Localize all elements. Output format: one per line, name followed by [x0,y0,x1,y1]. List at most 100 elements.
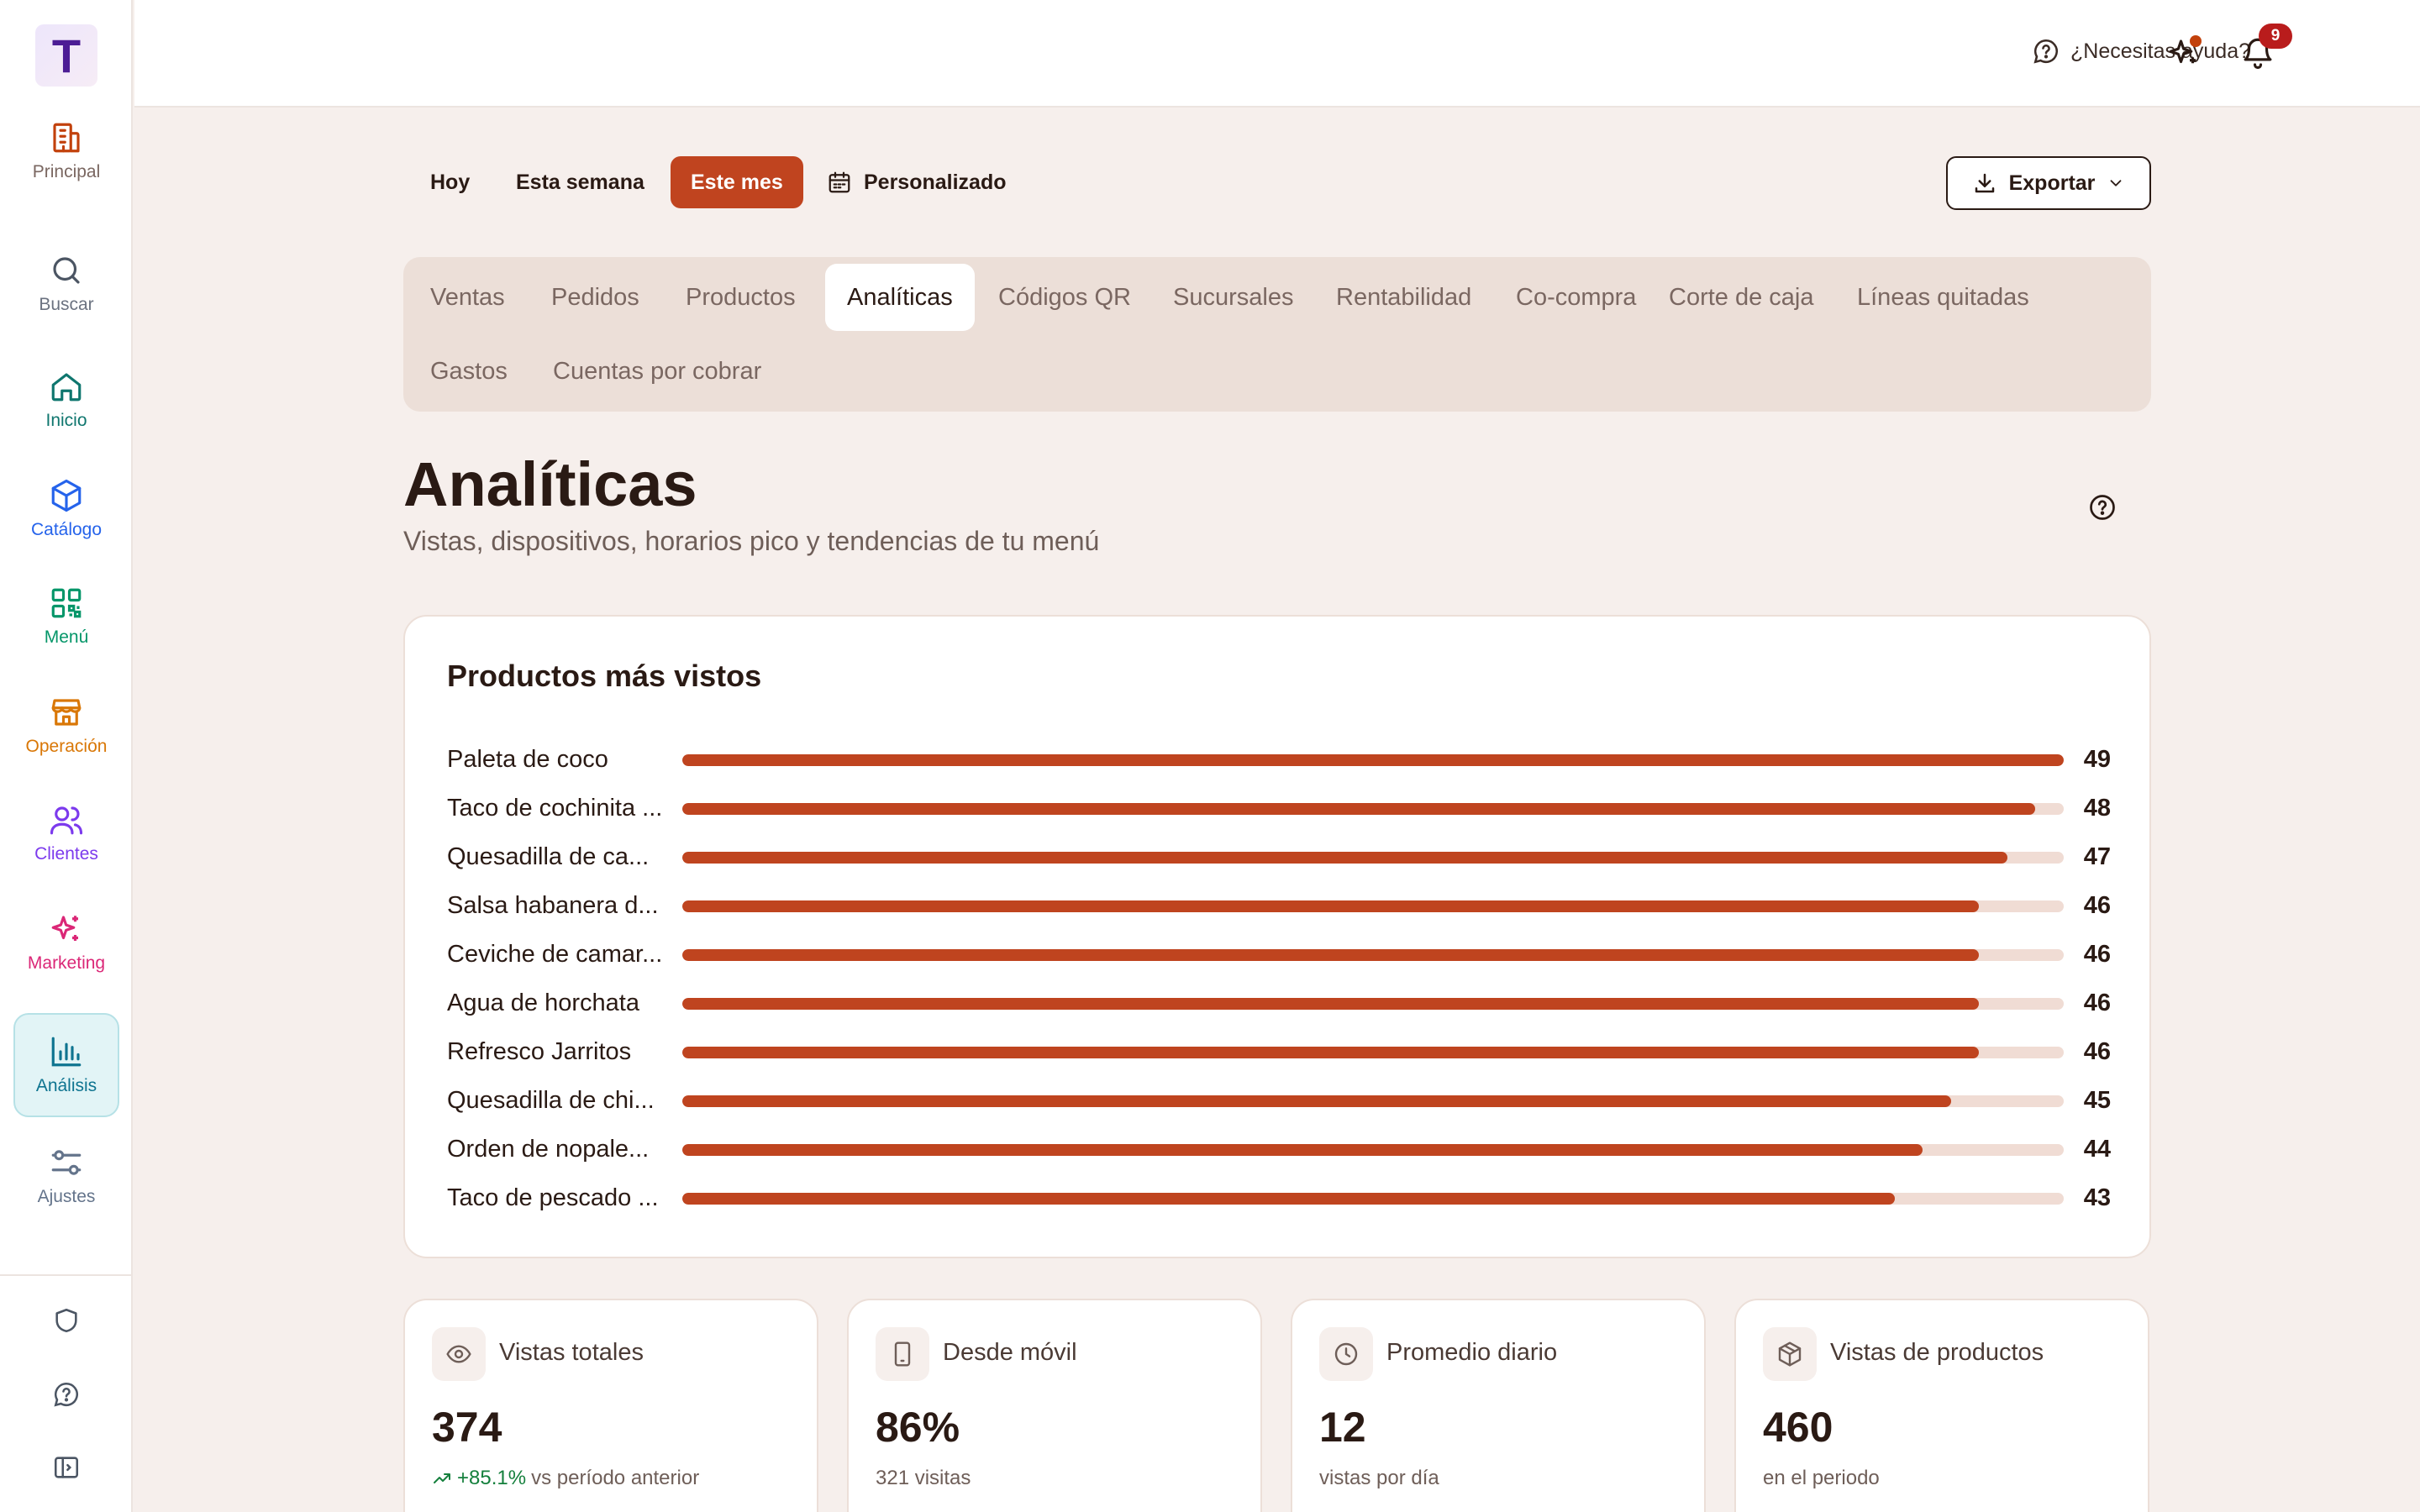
tab-codigos-qr[interactable]: Códigos QR [976,264,1153,331]
product-name: Orden de nopale... [447,1136,650,1163]
help-link[interactable]: ¿Necesitas ayuda? [2032,37,2250,66]
product-name: Refresco Jarritos [447,1038,632,1065]
tab-analiticas[interactable]: Analíticas [825,264,975,331]
sidebar-item-label: Ajustes [37,1187,96,1206]
tab-lineas-quitadas[interactable]: Líneas quitadas [1835,264,2051,331]
sidebar-item-clientes[interactable]: Clientes [13,781,119,885]
bar-fill [682,1144,1923,1156]
ai-assistant-button[interactable] [2165,34,2203,72]
stat-icon [1763,1327,1817,1381]
tab-ventas[interactable]: Ventas [408,264,527,331]
stat-icon [876,1327,929,1381]
bar-track [682,949,2064,961]
product-name: Agua de horchata [447,990,639,1016]
sidebar-item-ajustes[interactable]: Ajustes [13,1124,119,1228]
smartphone-icon [894,1341,911,1367]
collapse-sidebar-button[interactable] [49,1450,84,1485]
sparkles-icon [51,916,78,941]
bar-track [682,1047,2064,1058]
help-circle-icon[interactable] [2087,492,2118,522]
stat-subtext: vistas por día [1319,1467,1439,1489]
stat-value: 12 [1319,1404,1366,1451]
stat-card-promedio-diario: Promedio diario 12 vistas por día [1291,1299,1706,1512]
sidebar-divider [0,1274,133,1276]
app-logo[interactable]: T [35,24,97,87]
period-esta-semana[interactable]: Esta semana [496,156,665,208]
period-personalizado[interactable]: Personalizado [807,156,1027,208]
export-button[interactable]: Exportar [1946,156,2151,210]
stat-subtext: en el periodo [1763,1467,1880,1489]
bar-fill [682,754,2064,766]
card-title: Productos más vistos [447,659,762,693]
sidebar-item-label: Análisis [35,1076,97,1095]
stat-card-vistas-totales: Vistas totales 374 +85.1% vs período ant… [403,1299,818,1512]
box-icon [51,479,82,512]
bar-fill [682,900,1980,912]
tab-corte-de-caja[interactable]: Corte de caja [1647,264,1836,331]
bar-track [682,803,2064,815]
search-icon [53,257,80,284]
product-views-value: 46 [2083,892,2111,919]
bar-track [682,754,2064,766]
product-name: Quesadilla de chi... [447,1087,655,1114]
product-bar-row: Refresco Jarritos 46 [447,1035,2111,1068]
stat-card-vistas-de-productos: Vistas de productos 460 en el periodo [1734,1299,2149,1512]
sidebar-item-principal[interactable]: Principal [13,99,119,203]
security-button[interactable] [49,1303,84,1338]
bar-track [682,1144,2064,1156]
product-name: Paleta de coco [447,746,608,773]
download-icon [1975,173,1994,193]
product-views-value: 43 [2083,1184,2111,1211]
period-hoy[interactable]: Hoy [410,156,490,208]
stat-label: Promedio diario [1386,1339,1558,1366]
tab-rentabilidad[interactable]: Rentabilidad [1314,264,1493,331]
store-icon [51,699,82,726]
sidebar-item-buscar[interactable]: Buscar [13,232,119,336]
sidebar-item-label: Principal [32,162,101,181]
message-help-icon [54,1382,78,1407]
sidebar-item-label: Clientes [34,844,98,864]
stat-icon [432,1327,486,1381]
product-name: Quesadilla de ca... [447,843,650,870]
report-tabs: Ventas Pedidos Productos Analíticas Códi… [403,257,2151,412]
sidebar-item-analisis[interactable]: Análisis [13,1013,119,1117]
tab-productos[interactable]: Productos [664,264,818,331]
sidebar-item-menu[interactable]: Menú [13,564,119,669]
support-button[interactable] [49,1377,84,1412]
sidebar-item-marketing[interactable]: Marketing [13,890,119,995]
clock-icon [1334,1342,1358,1366]
sidebar-item-inicio[interactable]: Inicio [13,348,119,452]
sidebar-item-label: Catálogo [30,520,103,539]
product-views-value: 47 [2083,843,2111,870]
sidebar-item-label: Operación [25,737,108,756]
package-icon [1778,1341,1802,1367]
notifications-button[interactable]: 9 [2238,24,2292,72]
tab-pedidos[interactable]: Pedidos [529,264,661,331]
sidebar-item-catalogo[interactable]: Catálogo [13,457,119,561]
product-views-value: 46 [2083,1038,2111,1065]
product-bar-row: Quesadilla de chi... 45 [447,1084,2111,1117]
product-views-value: 44 [2083,1136,2111,1163]
sidebar-toggle-icon [54,1457,79,1478]
sidebar-item-label: Inicio [45,411,87,430]
tab-gastos[interactable]: Gastos [408,338,529,405]
product-bar-row: Taco de cochinita ... 48 [447,791,2111,825]
users-icon [50,806,83,835]
tab-co-compra[interactable]: Co-compra [1494,264,1658,331]
eye-icon [446,1345,471,1363]
top-bar: ¿Necesitas ayuda? 9 F [134,0,2420,108]
bar-fill [682,1047,1980,1058]
bar-fill [682,949,1980,961]
product-name: Ceviche de camar... [447,941,663,968]
period-este-mes[interactable]: Este mes [671,156,803,208]
trend-up: +85.1% [432,1467,526,1490]
tab-cuentas-por-cobrar[interactable]: Cuentas por cobrar [531,338,783,405]
product-bar-row: Quesadilla de ca... 47 [447,840,2111,874]
sidebar-item-operacion[interactable]: Operación [13,674,119,778]
product-bar-row: Orden de nopale... 44 [447,1132,2111,1166]
tab-sucursales[interactable]: Sucursales [1151,264,1315,331]
stat-subtext: 321 visitas [876,1467,971,1489]
product-bar-row: Paleta de coco 49 [447,743,2111,776]
sidebar: T Principal Buscar Inicio Catálogo Menú … [0,0,133,1512]
stat-label: Desde móvil [943,1339,1077,1366]
